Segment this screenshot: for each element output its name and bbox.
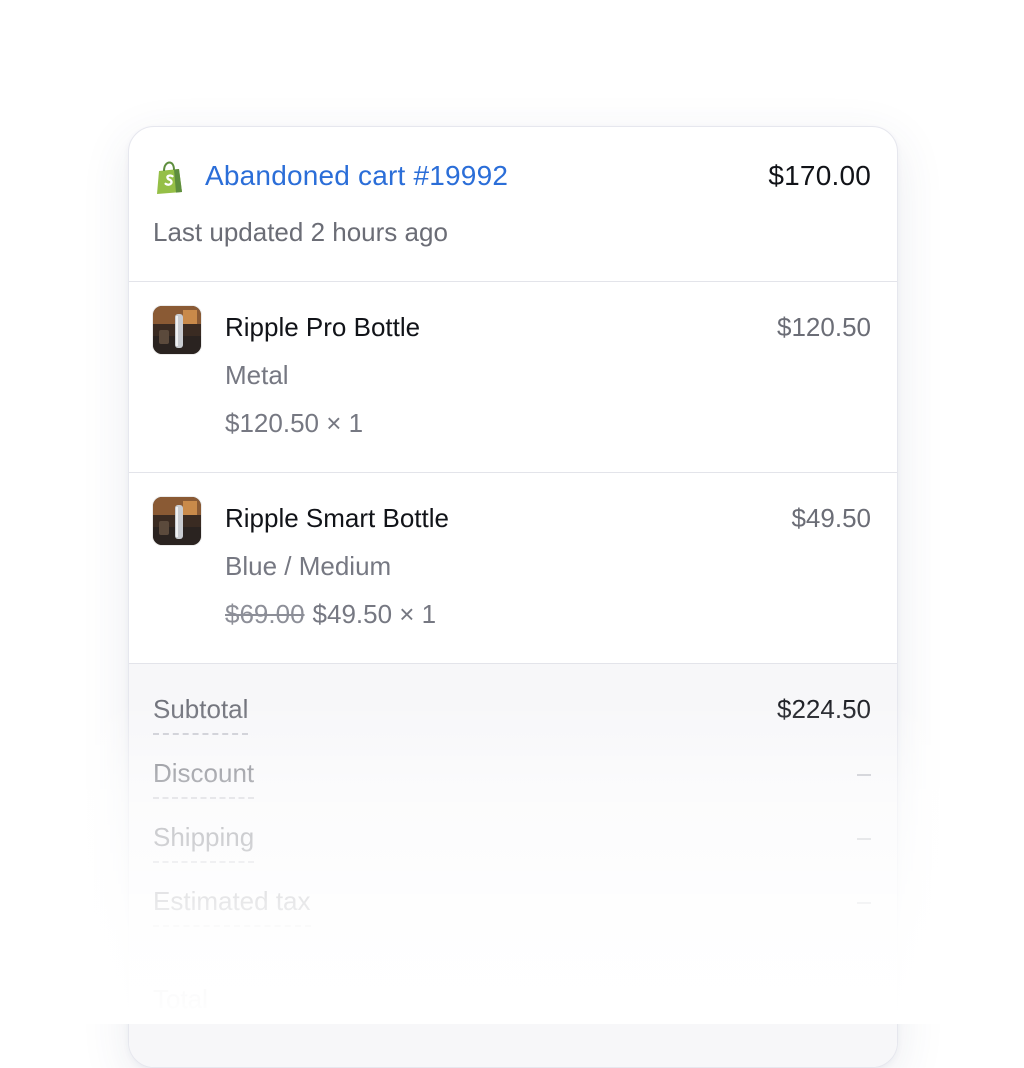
product-variant: Metal <box>225 360 289 390</box>
product-thumbnail <box>153 497 201 545</box>
shipping-label[interactable]: Shipping <box>153 822 255 863</box>
cart-total: $170.00 <box>768 160 871 191</box>
shipping-empty-dash <box>857 838 871 840</box>
abandoned-cart-card: Abandoned cart #19992 $170.00 Last updat… <box>128 126 898 1068</box>
original-price: $69.00 <box>225 599 305 629</box>
product-line-total: $120.50 <box>777 312 871 342</box>
product-name[interactable]: Ripple Smart Bottle <box>225 503 449 534</box>
order-summary: Subtotal $224.50 Discount Shipping Estim… <box>129 664 897 1067</box>
product-unit-price-quantity: $120.50 × 1 <box>225 408 364 438</box>
product-name[interactable]: Ripple Pro Bottle <box>225 312 420 343</box>
shopify-bag-icon <box>157 161 182 194</box>
subtotal-value: $224.50 <box>777 694 871 724</box>
cart-header: Abandoned cart #19992 $170.00 Last updat… <box>129 127 897 282</box>
discount-empty-dash <box>857 774 871 776</box>
tax-empty-dash <box>857 902 871 904</box>
subtotal-label[interactable]: Subtotal <box>153 694 249 735</box>
line-item: Ripple Pro Bottle $120.50 Metal $120.50 … <box>129 282 897 473</box>
product-unit-price-quantity: $69.00 $49.50 × 1 <box>225 599 436 630</box>
discount-label[interactable]: Discount <box>153 758 255 799</box>
product-variant: Blue / Medium <box>225 551 392 581</box>
estimated-tax-label[interactable]: Estimated tax <box>153 886 311 927</box>
cart-title-link[interactable]: Abandoned cart #19992 <box>205 160 508 192</box>
product-thumbnail <box>153 306 201 354</box>
sale-price-quantity: $49.50 × 1 <box>312 599 437 629</box>
line-item: Ripple Smart Bottle $49.50 Blue / Medium… <box>129 473 897 664</box>
product-line-total: $49.50 <box>791 503 871 533</box>
last-updated-text: Last updated 2 hours ago <box>153 217 448 247</box>
total-label: Total <box>153 984 208 1014</box>
